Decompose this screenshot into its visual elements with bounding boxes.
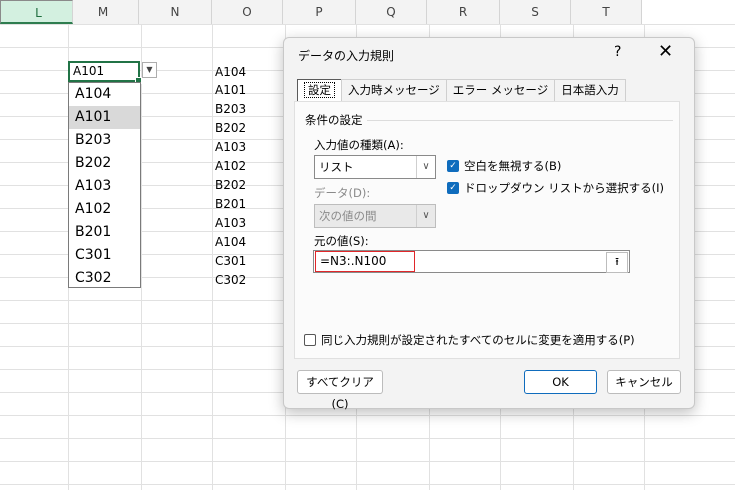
allow-select-value: リスト xyxy=(319,160,354,174)
dropdown-item[interactable]: A102 xyxy=(69,198,140,221)
cell-n[interactable]: A104 xyxy=(215,65,246,79)
ok-button[interactable]: OK xyxy=(524,370,597,394)
active-cell[interactable]: A101 xyxy=(68,61,142,84)
apply-all-checkbox[interactable]: 同じ入力規則が設定されたすべてのセルに変更を適用する(P) xyxy=(304,332,635,348)
cell-n[interactable]: C302 xyxy=(215,273,246,287)
column-header-s[interactable]: S xyxy=(500,0,571,24)
column-header-o[interactable]: O xyxy=(212,0,283,24)
gridline xyxy=(141,24,142,490)
incell-dropdown-label: ドロップダウン リストから選択する(I) xyxy=(464,181,665,195)
dropdown-item[interactable]: A101 xyxy=(69,106,140,129)
gridline xyxy=(212,24,213,490)
active-cell-value: A101 xyxy=(73,64,105,78)
column-header-m[interactable]: M xyxy=(68,0,139,24)
settings-panel: 条件の設定 入力値の種類(A): リスト ∨ ✓ 空白を無視する(B) ✓ ドロ… xyxy=(294,101,680,359)
column-header-p[interactable]: P xyxy=(283,0,356,24)
tab-label: 設定 xyxy=(304,82,335,98)
cell-n[interactable]: A104 xyxy=(215,235,246,249)
clear-all-button[interactable]: すべてクリア(C) xyxy=(297,370,383,411)
source-value[interactable]: =N3:.N100 xyxy=(315,251,415,272)
data-select-value: 次の値の間 xyxy=(319,209,377,223)
tab-error-alert[interactable]: エラー メッセージ xyxy=(445,79,556,101)
allow-label: 入力値の種類(A): xyxy=(314,138,404,152)
dropdown-item[interactable]: C302 xyxy=(69,267,140,290)
group-divider xyxy=(367,120,673,121)
cell-n[interactable]: A102 xyxy=(215,159,246,173)
dropdown-item[interactable]: A103 xyxy=(69,175,140,198)
help-button[interactable]: ? xyxy=(614,44,621,60)
tab-ime-mode[interactable]: 日本語入力 xyxy=(554,79,626,101)
dropdown-item[interactable]: C301 xyxy=(69,244,140,267)
tab-input-message[interactable]: 入力時メッセージ xyxy=(341,79,447,101)
cell-dropdown-list: A104 A101 B203 B202 A103 A102 B201 C301 … xyxy=(68,82,141,288)
dialog-tabs: 設定 入力時メッセージ エラー メッセージ 日本語入力 xyxy=(297,79,626,101)
group-label: 条件の設定 xyxy=(305,113,363,127)
cell-dropdown-button[interactable]: ▼ xyxy=(142,62,157,78)
checkmark-icon: ✓ xyxy=(447,182,459,194)
source-input[interactable]: =N3:.N100 ⭱ xyxy=(313,250,630,273)
cell-n[interactable]: A103 xyxy=(215,216,246,230)
tab-settings[interactable]: 設定 xyxy=(297,79,342,101)
checkbox-icon xyxy=(304,334,316,346)
ignore-blank-label: 空白を無視する(B) xyxy=(464,159,562,173)
column-headers: K L M N O P Q R S T xyxy=(0,0,642,25)
cell-n[interactable]: B202 xyxy=(215,121,246,135)
cell-n[interactable]: A103 xyxy=(215,140,246,154)
cell-n[interactable]: C301 xyxy=(215,254,246,268)
cell-n[interactable]: B201 xyxy=(215,197,246,211)
dropdown-item[interactable]: B202 xyxy=(69,152,140,175)
cell-n[interactable]: B202 xyxy=(215,178,246,192)
cell-n[interactable]: B203 xyxy=(215,102,246,116)
dropdown-item[interactable]: B203 xyxy=(69,129,140,152)
column-header-t[interactable]: T xyxy=(571,0,642,24)
column-header-r[interactable]: R xyxy=(427,0,500,24)
dropdown-item[interactable]: A104 xyxy=(69,83,140,106)
column-header-n[interactable]: N xyxy=(139,0,212,24)
column-header-l[interactable]: L xyxy=(0,0,73,24)
source-label: 元の値(S): xyxy=(314,234,369,248)
data-label: データ(D): xyxy=(314,186,371,200)
ignore-blank-checkbox[interactable]: ✓ 空白を無視する(B) xyxy=(447,158,561,174)
apply-all-label: 同じ入力規則が設定されたすべてのセルに変更を適用する(P) xyxy=(321,333,635,347)
data-validation-dialog: データの入力規則 ? ✕ 設定 入力時メッセージ エラー メッセージ 日本語入力… xyxy=(283,37,695,411)
cell-n[interactable]: A101 xyxy=(215,83,246,97)
allow-select[interactable]: リスト ∨ xyxy=(314,155,436,179)
checkmark-icon: ✓ xyxy=(447,160,459,172)
collapse-dialog-icon[interactable]: ⭱ xyxy=(606,252,628,273)
column-header-q[interactable]: Q xyxy=(356,0,427,24)
chevron-down-icon: ∨ xyxy=(416,156,435,178)
chevron-down-icon: ∨ xyxy=(416,205,435,227)
dropdown-item[interactable]: B201 xyxy=(69,221,140,244)
cancel-button[interactable]: キャンセル xyxy=(607,370,681,394)
chevron-down-icon: ▼ xyxy=(146,65,153,74)
incell-dropdown-checkbox[interactable]: ✓ ドロップダウン リストから選択する(I) xyxy=(447,180,664,196)
data-select: 次の値の間 ∨ xyxy=(314,204,436,228)
dialog-title: データの入力規則 xyxy=(298,49,395,63)
close-icon[interactable]: ✕ xyxy=(658,41,673,62)
